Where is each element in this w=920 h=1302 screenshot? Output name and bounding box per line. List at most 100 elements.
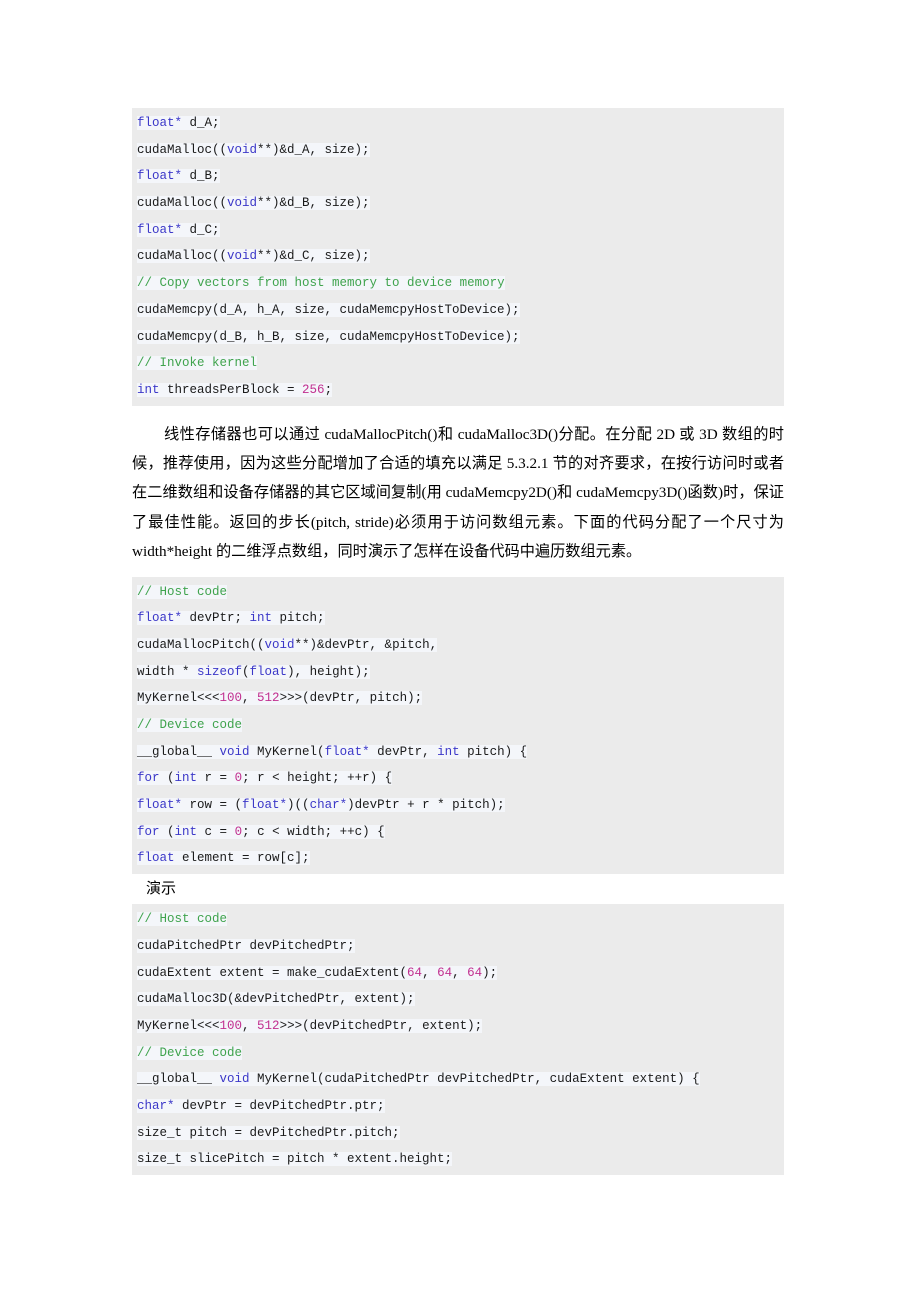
code-line: // Invoke kernel — [132, 350, 784, 377]
code-token: 100 — [219, 691, 243, 706]
code-line: cudaPitchedPtr devPitchedPtr; — [132, 933, 784, 960]
code-token: ; — [324, 382, 333, 397]
code-token: __global__ — [137, 1072, 213, 1087]
code-token: )devPtr + r * pitch); — [347, 798, 505, 813]
code-token: 0 — [234, 824, 243, 839]
code-block-cuda-malloc-3d: // Host code cudaPitchedPtr devPitchedPtr… — [132, 904, 784, 1176]
code-token: , — [242, 1018, 258, 1033]
code-token: // — [137, 718, 153, 733]
code-token: char* — [309, 798, 348, 813]
code-token: int — [174, 824, 198, 839]
code-token: MyKernel<<< — [137, 691, 220, 706]
code-line: __global__ void MyKernel(float* devPtr, … — [132, 739, 784, 766]
code-line: // Device code — [132, 712, 784, 739]
code-line: float* d_A; — [132, 110, 784, 137]
code-line: // Device code — [132, 1040, 784, 1067]
code-token: // — [137, 584, 153, 599]
code-token: cudaMemcpy(d_B, h_B, size, cudaMemcpyHos… — [137, 329, 520, 344]
code-token: >>>(devPitchedPtr, extent); — [279, 1018, 483, 1033]
code-line: // Host code — [132, 579, 784, 606]
caption-demo: 演示 — [146, 881, 177, 898]
code-token: cudaMalloc(( — [137, 142, 228, 157]
code-block-cuda-malloc-memcpy: float* d_A; cudaMalloc((void**)&d_A, size… — [132, 108, 784, 406]
code-line: size_t pitch = devPitchedPtr.pitch; — [132, 1120, 784, 1147]
code-token: >>>(devPtr, pitch); — [279, 691, 423, 706]
code-token: int — [249, 611, 273, 626]
code-token: Host code — [152, 912, 228, 927]
code-token: d_A; — [182, 116, 220, 130]
code-line: __global__ void MyKernel(cudaPitchedPtr … — [132, 1066, 784, 1093]
code-token: , — [242, 691, 258, 706]
code-token: width * — [137, 664, 198, 679]
code-token: int — [174, 771, 198, 786]
code-line: MyKernel<<<100, 512>>>(devPtr, pitch); — [132, 685, 784, 712]
code-token: devPtr; — [182, 611, 250, 626]
code-token: size_t slicePitch = pitch * extent.heigh… — [137, 1152, 453, 1167]
code-token: ), height); — [287, 664, 370, 679]
code-token: for — [137, 824, 160, 839]
code-token: ( — [159, 824, 175, 839]
code-token: float* — [137, 611, 183, 626]
code-token: Device code — [152, 718, 243, 733]
code-token: char* — [137, 1098, 175, 1113]
code-token: Invoke kernel — [152, 356, 258, 371]
code-token: for — [137, 771, 160, 786]
code-token — [212, 1072, 220, 1087]
code-token: Host code — [152, 584, 228, 599]
code-line: // Copy vectors from host memory to devi… — [132, 270, 784, 297]
code-token: pitch; — [272, 611, 325, 626]
code-token: // — [137, 1045, 153, 1060]
code-token: 512 — [257, 691, 280, 706]
code-token: float* — [137, 798, 183, 813]
code-token: 64 — [407, 965, 423, 980]
code-token: float* — [137, 169, 183, 184]
page-content: float* d_A; cudaMalloc((void**)&d_A, size… — [132, 108, 784, 1176]
code-token: void — [219, 744, 250, 759]
code-token: **)&d_B, size); — [257, 196, 370, 211]
code-line: float* d_C; — [132, 217, 784, 244]
code-token: 256 — [302, 382, 325, 397]
code-token: devPtr, — [369, 744, 438, 759]
code-token: ( — [159, 771, 175, 786]
code-token: float — [249, 664, 288, 679]
code-line: cudaMallocPitch((void**)&devPtr, &pitch, — [132, 632, 784, 659]
code-token: void — [227, 142, 258, 157]
code-token: cudaExtent extent = make_cudaExtent( — [137, 965, 408, 980]
code-token: 512 — [257, 1018, 280, 1033]
code-token: size_t pitch = devPitchedPtr.pitch; — [137, 1125, 400, 1140]
code-token: MyKernel(cudaPitchedPtr devPitchedPtr, c… — [249, 1072, 700, 1087]
code-token: __global__ — [137, 744, 213, 759]
code-token: d_C; — [182, 222, 220, 237]
code-line: size_t slicePitch = pitch * extent.heigh… — [132, 1146, 784, 1173]
code-token: float* — [137, 116, 183, 130]
code-token: cudaMalloc(( — [137, 196, 228, 211]
code-token: // — [137, 276, 153, 291]
code-token: cudaMalloc3D(&devPitchedPtr, extent); — [137, 992, 415, 1007]
code-token: 64 — [437, 965, 453, 980]
code-line: float* row = (float*)((char*)devPtr + r … — [132, 792, 784, 819]
code-line: float* d_B; — [132, 163, 784, 190]
code-token: float* — [324, 744, 370, 759]
code-token: c = — [197, 824, 235, 839]
code-token: cudaMemcpy(d_A, h_A, size, cudaMemcpyHos… — [137, 302, 520, 317]
code-token: cudaPitchedPtr devPitchedPtr; — [137, 938, 355, 953]
code-line: cudaMalloc((void**)&d_B, size); — [132, 190, 784, 217]
code-line: cudaMalloc((void**)&d_C, size); — [132, 243, 784, 270]
code-line: float* devPtr; int pitch; — [132, 605, 784, 632]
code-token: float — [137, 851, 175, 866]
code-line: for (int c = 0; c < width; ++c) { — [132, 819, 784, 846]
code-token: // — [137, 356, 153, 371]
code-line: cudaMalloc3D(&devPitchedPtr, extent); — [132, 986, 784, 1013]
code-token: ); — [482, 965, 498, 980]
code-token: ; c < width; ++c) { — [242, 824, 385, 839]
code-token — [212, 744, 220, 759]
code-token: void — [227, 249, 258, 264]
code-token: cudaMallocPitch(( — [137, 637, 265, 652]
code-token: 0 — [234, 771, 243, 786]
code-line: width * sizeof(float), height); — [132, 659, 784, 686]
code-token: sizeof — [197, 664, 243, 679]
code-token: MyKernel( — [249, 744, 325, 759]
code-token: **)&d_C, size); — [257, 249, 370, 264]
code-line: cudaMemcpy(d_B, h_B, size, cudaMemcpyHos… — [132, 324, 784, 351]
code-token: devPtr = devPitchedPtr.ptr; — [174, 1098, 385, 1113]
